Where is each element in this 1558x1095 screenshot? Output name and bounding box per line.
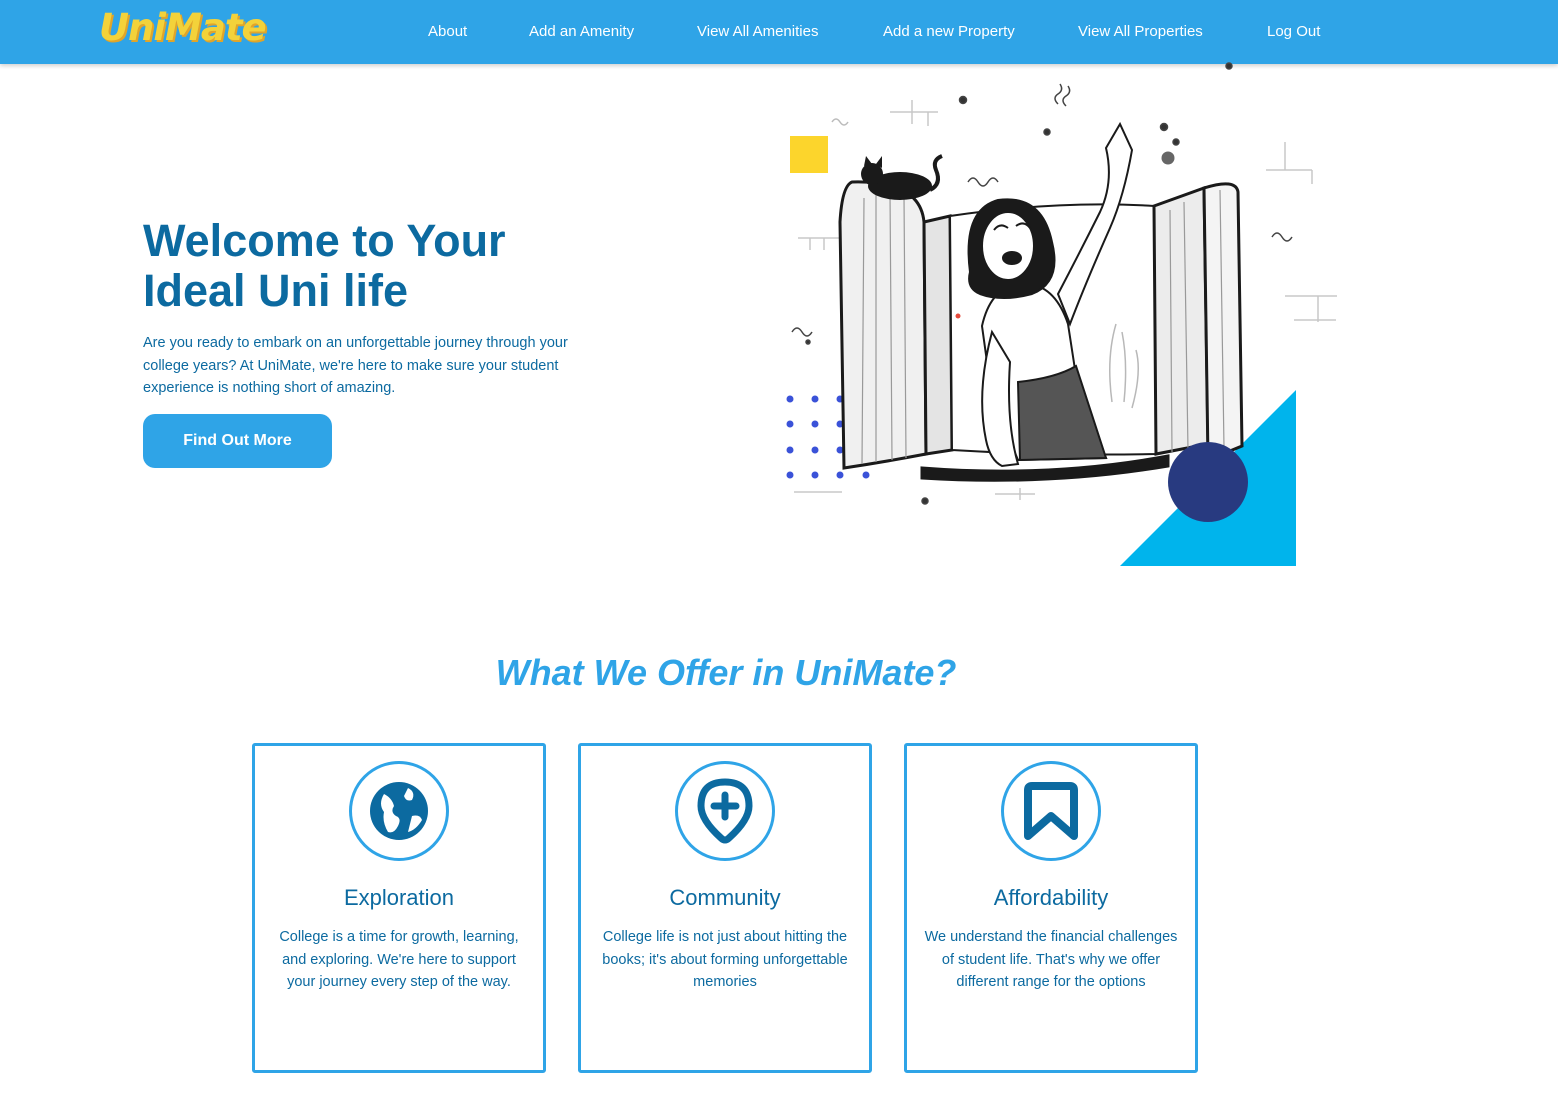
navy-circle bbox=[1168, 442, 1248, 522]
card-text: College is a time for growth, learning, … bbox=[279, 929, 519, 990]
offer-card-community: Community College life is not just about… bbox=[578, 743, 872, 1073]
unimate-logo[interactable]: UniMate bbox=[99, 4, 267, 52]
location-plus-icon bbox=[675, 761, 775, 861]
hero-title: Welcome to Your Ideal Uni life bbox=[143, 216, 623, 316]
hero-title-line-2: Ideal Uni life bbox=[143, 265, 409, 316]
nav-link-view-amenities[interactable]: View All Amenities bbox=[697, 22, 818, 42]
find-out-more-button[interactable]: Find Out More bbox=[143, 414, 332, 468]
cat-icon bbox=[861, 154, 943, 200]
nav-link-add-property[interactable]: Add a new Property bbox=[883, 22, 1015, 42]
offer-card-exploration: Exploration College is a time for growth… bbox=[252, 743, 546, 1073]
hero-description: Are you ready to embark on an unforgetta… bbox=[143, 335, 568, 396]
card-title: Exploration bbox=[343, 885, 455, 910]
bookmark-icon bbox=[1001, 761, 1101, 861]
card-text: We understand the financial challenges o… bbox=[924, 929, 1178, 990]
card-title: Community bbox=[669, 885, 781, 910]
nav-link-about[interactable]: About bbox=[428, 22, 467, 42]
nav-link-view-properties[interactable]: View All Properties bbox=[1078, 22, 1203, 42]
nav-link-log-out[interactable]: Log Out bbox=[1267, 22, 1320, 42]
nav-link-add-amenity[interactable]: Add an Amenity bbox=[529, 22, 634, 42]
offer-card-affordability: Affordability We understand the financia… bbox=[904, 743, 1198, 1073]
red-dot bbox=[955, 313, 961, 319]
card-text: College life is not just about hitting t… bbox=[602, 929, 848, 990]
card-title: Affordability bbox=[993, 885, 1109, 910]
hero-illustration bbox=[786, 62, 1337, 566]
hero-title-line-1: Welcome to Your bbox=[143, 215, 506, 266]
yellow-square bbox=[790, 136, 828, 173]
offer-section-title: What We Offer in UniMate? bbox=[495, 652, 957, 693]
globe-icon bbox=[349, 761, 449, 861]
top-navbar: UniMate About Add an Amenity View All Am… bbox=[0, 0, 1558, 64]
